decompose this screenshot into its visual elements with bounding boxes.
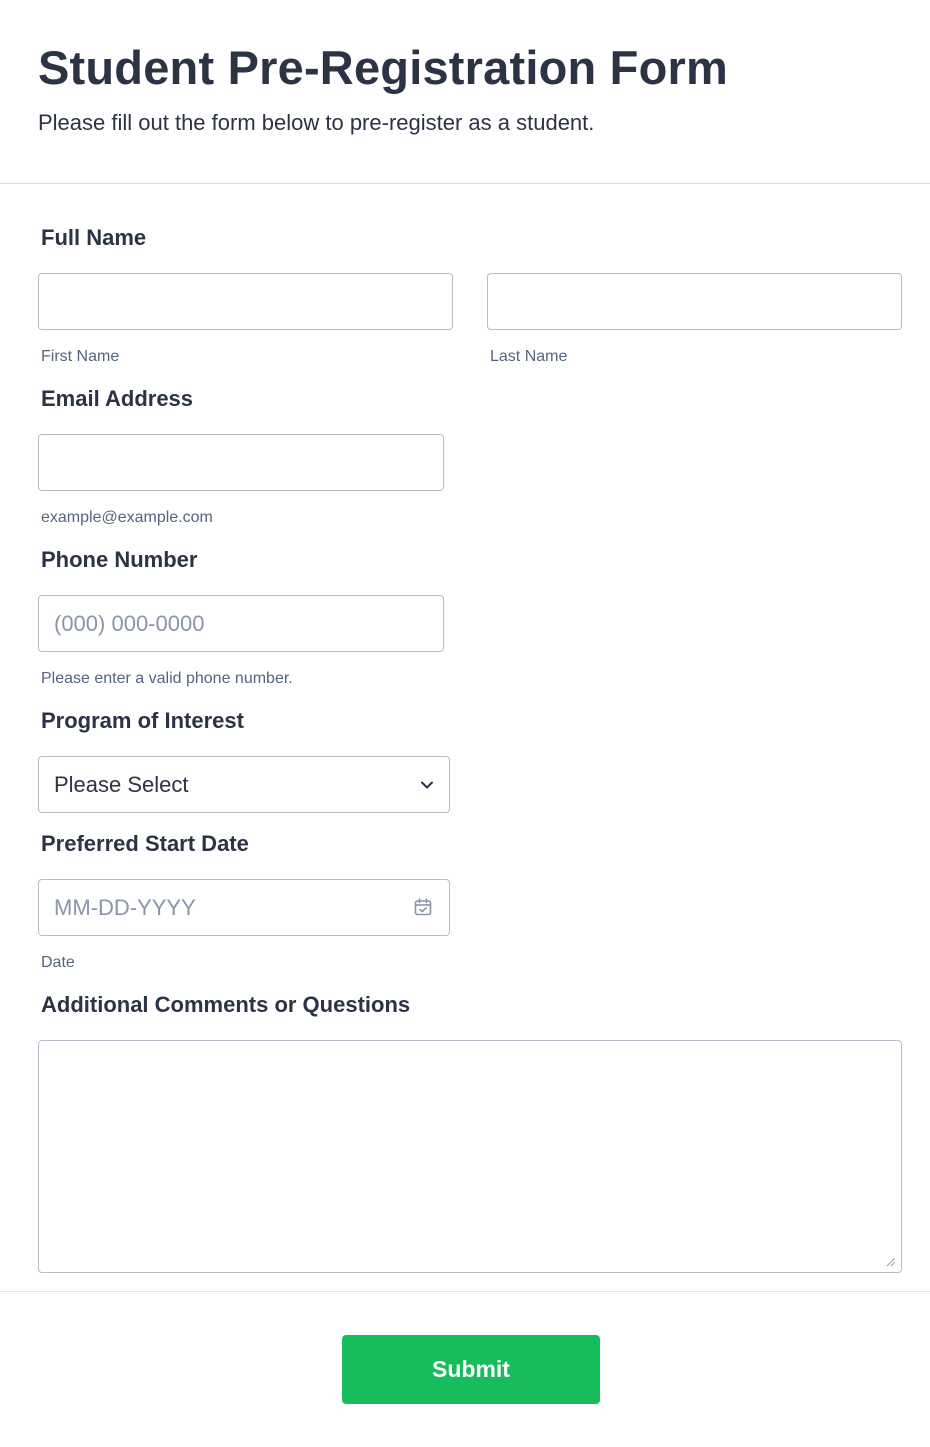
program-select[interactable]: Please Select [38,756,450,813]
program-selected-value: Please Select [54,772,189,797]
start-date-input[interactable]: MM-DD-YYYY [38,879,450,936]
submit-button[interactable]: Submit [342,1335,600,1404]
phone-label: Phone Number [41,547,198,572]
start-date-placeholder: MM-DD-YYYY [54,895,196,920]
comments-label: Additional Comments or Questions [41,992,411,1017]
phone-placeholder: (000) 000-0000 [54,611,205,636]
last-name-sublabel: Last Name [490,348,568,365]
phone-input[interactable]: (000) 000-0000 [38,595,444,652]
chevron-down-icon [421,781,433,789]
email-label: Email Address [41,386,194,411]
calendar-icon[interactable] [413,897,433,917]
first-name-sublabel: First Name [41,348,120,365]
email-input[interactable] [38,434,444,491]
form-title: Student Pre-Registration Form [38,41,728,94]
program-label: Program of Interest [41,708,244,733]
full-name-label: Full Name [41,225,147,250]
form-header: Student Pre-Registration Form Please fil… [0,0,930,184]
footer-divider [0,1291,930,1292]
registration-form-page: Student Pre-Registration Form Please fil… [0,0,930,1447]
email-sublabel: example@example.com [41,509,213,526]
start-date-sublabel: Date [41,954,75,971]
resize-handle-icon[interactable] [886,1257,896,1267]
phone-sublabel: Please enter a valid phone number. [41,670,293,687]
form-subtitle: Please fill out the form below to pre-re… [38,110,595,135]
comments-textarea[interactable] [38,1040,902,1273]
start-date-label: Preferred Start Date [41,831,249,856]
first-name-input[interactable] [38,273,453,330]
last-name-input[interactable] [487,273,902,330]
